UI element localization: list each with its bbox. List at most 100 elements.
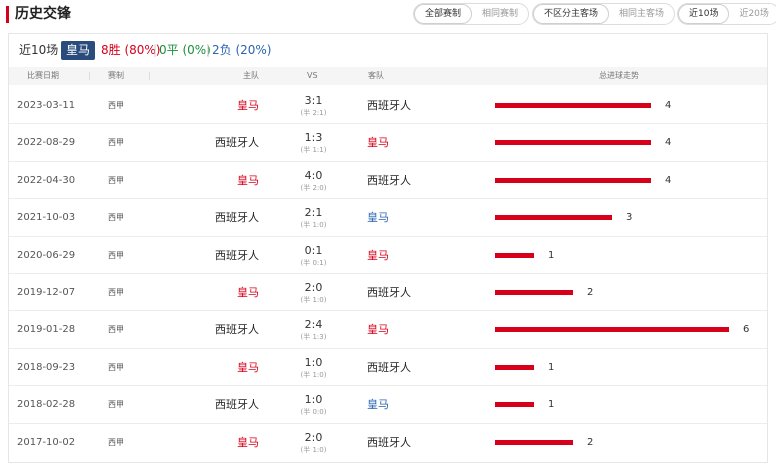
venue-filter: 不区分主客场 相同主客场 xyxy=(532,3,676,25)
match-score[interactable]: 2:4 xyxy=(300,318,327,331)
total-goals: 4 xyxy=(665,137,672,149)
table-row[interactable]: 2019-12-07 西甲 皇马 2:0 (半 1:0) 西班牙人 2 xyxy=(9,274,767,312)
match-competition: 西甲 xyxy=(108,400,124,410)
home-team[interactable]: 西班牙人 xyxy=(215,237,259,274)
match-score[interactable]: 2:0 xyxy=(300,431,327,444)
match-date: 2018-09-23 xyxy=(17,361,76,373)
match-score[interactable]: 1:0 xyxy=(300,393,327,406)
away-team[interactable]: 皇马 xyxy=(367,311,389,348)
table-row[interactable]: 2018-02-28 西甲 西班牙人 1:0 (半 0:0) 皇马 1 xyxy=(9,386,767,424)
match-score[interactable]: 3:1 xyxy=(300,94,327,107)
away-team[interactable]: 皇马 xyxy=(367,386,389,423)
match-date: 2019-01-28 xyxy=(17,324,76,336)
home-team[interactable]: 西班牙人 xyxy=(215,386,259,423)
home-team[interactable]: 皇马 xyxy=(237,87,259,124)
halftime-score: (半 1:0) xyxy=(300,445,327,454)
away-team[interactable]: 皇马 xyxy=(367,124,389,161)
match-date: 2022-04-30 xyxy=(17,174,76,186)
title-accent-bar xyxy=(6,6,9,23)
away-team[interactable]: 西班牙人 xyxy=(367,349,411,386)
filter-all-competitions[interactable]: 全部赛制 xyxy=(414,4,473,24)
table-row[interactable]: 2017-10-02 西甲 皇马 2:0 (半 1:0) 西班牙人 2 xyxy=(9,424,767,461)
match-score[interactable]: 2:1 xyxy=(300,206,327,219)
match-score[interactable]: 1:0 xyxy=(300,356,327,369)
match-competition: 西甲 xyxy=(108,362,124,372)
goal-trend-bar xyxy=(495,177,651,183)
goal-trend-bar xyxy=(495,215,612,221)
away-team[interactable]: 皇马 xyxy=(367,199,389,236)
record-summary: 近10场 皇马 8胜 (80%) | 0平 (0%) | 2负 (20%) xyxy=(9,34,767,67)
goal-trend-bar xyxy=(495,327,729,333)
halftime-score: (半 2:1) xyxy=(300,109,327,117)
match-competition: 西甲 xyxy=(108,175,124,185)
column-away: 客队 xyxy=(368,71,384,80)
table-row[interactable]: 2019-01-28 西甲 西班牙人 2:4 (半 1:3) 皇马 6 xyxy=(9,311,767,349)
away-team[interactable]: 西班牙人 xyxy=(367,87,411,124)
match-competition: 西甲 xyxy=(108,101,124,110)
team-badge: 皇马 xyxy=(61,41,96,60)
match-score[interactable]: 2:0 xyxy=(300,281,327,294)
total-goals: 1 xyxy=(548,399,555,411)
halftime-score: (半 1:0) xyxy=(300,370,327,379)
filter-all-venues[interactable]: 不区分主客场 xyxy=(533,4,610,24)
match-score[interactable]: 1:3 xyxy=(300,131,327,144)
match-competition: 西甲 xyxy=(108,138,124,148)
away-team[interactable]: 西班牙人 xyxy=(367,424,411,461)
match-date: 2019-12-07 xyxy=(17,286,76,298)
home-team[interactable]: 皇马 xyxy=(237,274,259,311)
filter-same-venue[interactable]: 相同主客场 xyxy=(609,4,674,24)
total-goals: 6 xyxy=(743,324,750,336)
separator: | xyxy=(153,43,158,57)
separator: | xyxy=(206,43,211,57)
halftime-score: (半 2:0) xyxy=(300,183,327,192)
home-team[interactable]: 皇马 xyxy=(237,424,259,461)
away-team[interactable]: 西班牙人 xyxy=(367,162,411,199)
total-goals: 1 xyxy=(548,361,555,373)
goal-trend-bar xyxy=(495,402,534,408)
table-row[interactable]: 2018-09-23 西甲 皇马 1:0 (半 1:0) 西班牙人 1 xyxy=(9,349,767,387)
head-to-head-panel: 近10场 皇马 8胜 (80%) | 0平 (0%) | 2负 (20%) 比赛… xyxy=(8,33,768,463)
match-competition: 西甲 xyxy=(108,213,124,223)
halftime-score: (半 1:0) xyxy=(300,221,327,230)
halftime-score: (半 1:3) xyxy=(300,333,327,342)
column-home: 主队 xyxy=(243,71,259,80)
competition-filter: 全部赛制 相同赛制 xyxy=(413,3,530,25)
goal-trend-bar xyxy=(495,439,573,445)
total-goals: 1 xyxy=(548,249,555,261)
match-count-filter: 近10场 近20场 xyxy=(677,3,776,25)
table-row[interactable]: 2021-10-03 西甲 西班牙人 2:1 (半 1:0) 皇马 3 xyxy=(9,199,767,237)
away-team[interactable]: 皇马 xyxy=(367,237,389,274)
column-competition: 赛制 xyxy=(108,71,124,80)
match-score[interactable]: 0:1 xyxy=(300,244,327,257)
home-team[interactable]: 皇马 xyxy=(237,162,259,199)
table-header: 比赛日期 赛制 主队 VS 客队 总进球走势 xyxy=(9,67,767,85)
home-team[interactable]: 皇马 xyxy=(237,349,259,386)
halftime-score: (半 0:0) xyxy=(300,408,327,417)
total-goals: 2 xyxy=(587,286,594,298)
halftime-score: (半 0:1) xyxy=(300,258,327,267)
filter-same-competition[interactable]: 相同赛制 xyxy=(472,4,528,24)
match-list: 2023-03-11 西甲 皇马 3:1 (半 2:1) 西班牙人 4 2022-08-29 西… xyxy=(9,87,767,461)
home-team[interactable]: 西班牙人 xyxy=(215,124,259,161)
away-team[interactable]: 西班牙人 xyxy=(367,274,411,311)
filter-last-10[interactable]: 近10场 xyxy=(678,4,730,24)
halftime-score: (半 1:1) xyxy=(300,146,327,155)
column-goal-trend: 总进球走势 xyxy=(599,71,639,80)
match-score[interactable]: 4:0 xyxy=(300,169,327,182)
filter-last-20[interactable]: 近20场 xyxy=(729,4,776,24)
wins-stat: 8胜 (80%) xyxy=(101,43,161,57)
halftime-score: (半 1:0) xyxy=(300,295,327,304)
total-goals: 4 xyxy=(665,100,672,111)
table-row[interactable]: 2022-04-30 西甲 皇马 4:0 (半 2:0) 西班牙人 4 xyxy=(9,162,767,200)
total-goals: 3 xyxy=(626,212,633,224)
section-title: 历史交锋 xyxy=(15,6,71,22)
home-team[interactable]: 西班牙人 xyxy=(215,311,259,348)
goal-trend-bar xyxy=(495,103,651,108)
table-row[interactable]: 2023-03-11 西甲 皇马 3:1 (半 2:1) 西班牙人 4 xyxy=(9,87,767,125)
match-date: 2023-03-11 xyxy=(17,100,76,111)
home-team[interactable]: 西班牙人 xyxy=(215,199,259,236)
goal-trend-bar xyxy=(495,252,534,258)
table-row[interactable]: 2022-08-29 西甲 西班牙人 1:3 (半 1:1) 皇马 4 xyxy=(9,124,767,162)
match-competition: 西甲 xyxy=(108,250,124,260)
table-row[interactable]: 2020-06-29 西甲 西班牙人 0:1 (半 0:1) 皇马 1 xyxy=(9,237,767,274)
